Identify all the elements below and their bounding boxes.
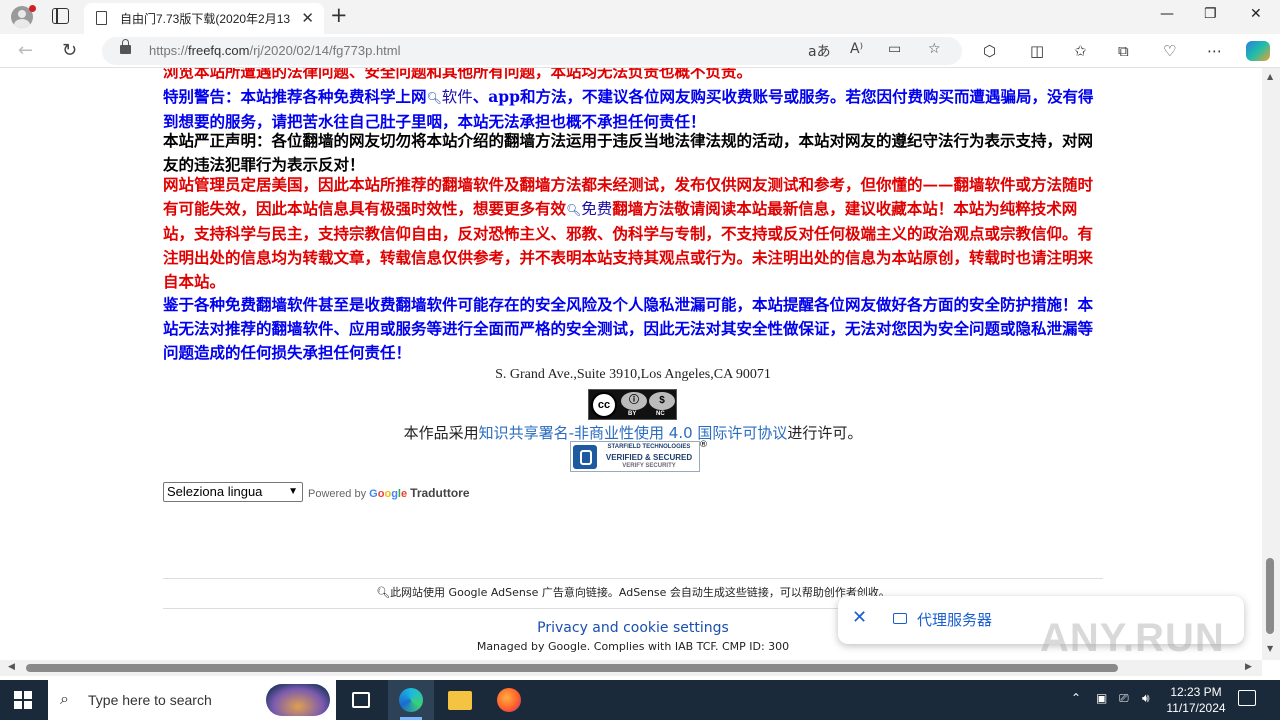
anyrun-watermark: ANY.RUN [1040,616,1225,660]
cc-by-icon: ⓘ [621,392,647,410]
scroll-left-icon[interactable]: ◀ [8,662,15,672]
notification-icon[interactable] [1238,690,1256,706]
clock-time: 12:23 PM [1170,685,1222,699]
device-tray-icon[interactable]: ▣ [1096,691,1107,705]
maximize-button[interactable]: ❐ [1204,6,1217,22]
edge-icon [399,688,423,712]
scroll-right-icon[interactable]: ▶ [1245,662,1252,672]
scroll-down-icon[interactable]: ▼ [1267,644,1273,653]
chevron-down-icon: ▼ [288,486,298,497]
seal-status: VERIFIED & SECURED [605,453,693,462]
horizontal-scroll-thumb[interactable] [26,664,1118,672]
proxy-server-button[interactable]: 代理服务器 [917,609,992,630]
close-window-button[interactable]: ✕ [1250,6,1262,22]
cc-logo-icon: cc [591,392,617,418]
registered-mark: ® [699,440,708,450]
close-icon[interactable]: ✕ [852,607,867,628]
refresh-icon[interactable]: ↻ [62,40,77,61]
scroll-up-icon[interactable]: ▲ [1267,72,1273,81]
google-logo: Google [369,488,408,500]
license-link[interactable]: 知识共享署名-非商业性使用 4.0 国际许可协议 [479,424,788,442]
google-translate-attribution[interactable]: Powered by Google Traduttore [308,486,470,500]
volume-icon[interactable]: 🔊︎ [1142,691,1150,706]
collections-icon[interactable]: ⧉ [1118,42,1129,60]
language-select[interactable]: Seleziona lingua ▼ [163,482,303,502]
search-highlight-image [266,684,330,716]
edge-taskbar-button[interactable] [388,680,434,720]
creative-commons-badge[interactable]: cc ⓘ $ BY NC [588,389,677,420]
seal-vendor: STARFIELD TECHNOLOGIES [607,444,691,450]
firefox-icon[interactable] [497,688,521,712]
favorites-icon[interactable]: ✩ [1074,42,1087,60]
minimize-button[interactable]: — [1160,6,1174,22]
tab-bar: 自由门7.73版下载(2020年2月13日 ✕ + — ❐ ✕ [0,0,1280,34]
vertical-scroll-thumb[interactable] [1266,558,1274,634]
cc-nc-label: NC [656,411,665,417]
device-icon [893,613,907,624]
admin-notice: 网站管理员定居美国，因此本站所推荐的翻墙软件及翻墙方法都未经测试，发布仅供网友测… [163,175,1094,291]
clock-date: 11/17/2024 [1166,701,1226,715]
taskbar-search-box[interactable]: ⌕ Type here to search [48,680,336,720]
lock-icon[interactable] [120,39,131,54]
favorite-star-icon[interactable]: ☆ [928,41,941,57]
profile-notification-dot [29,5,36,12]
shield-lock-icon [573,445,597,469]
vertical-scrollbar[interactable]: ▲ ▼ [1262,68,1280,660]
more-menu-icon[interactable]: ⋯ [1207,42,1222,60]
read-aloud-icon[interactable]: aあ [808,41,831,61]
immersive-reader-icon[interactable]: ▭ [888,41,901,57]
free-link[interactable]: 免费 [581,200,612,218]
address-bar: ← ↻ https://freefq.com/rj/2020/02/14/fg7… [0,34,1280,68]
text-size-icon[interactable]: A⁾ [850,41,863,57]
search-icon: ⌕ [60,689,69,708]
task-view-icon[interactable] [352,692,370,708]
new-tab-button[interactable]: + [330,3,348,27]
active-tab[interactable]: 自由门7.73版下载(2020年2月13日 ✕ [84,3,324,34]
file-explorer-icon[interactable] [448,691,472,710]
solemn-statement: 本站严正声明：各位翻墙的网友切勿将本站介绍的翻墙方法运用于违反当地法律法规的活动… [163,131,1094,174]
windows-start-icon[interactable] [14,691,32,709]
divider [163,578,1103,579]
page-content: 浏览本站所遭遇的法律问题、安全问题和其他所有问题，本站均无法负责也概不负责。 特… [163,68,1103,660]
search-placeholder: Type here to search [88,692,212,708]
clock[interactable]: 12:23 PM 11/17/2024 [1160,684,1232,716]
browser-essentials-icon[interactable]: ♡ [1163,42,1176,60]
special-warning: 特别警告：本站推荐各种免费科学上网🔍︎软件、app和方法，不建议各位网友购买收费… [163,87,1094,131]
security-notice: 鉴于各种免费翻墙软件甚至是收费翻墙软件可能存在的安全风险及个人隐私泄漏可能，本站… [163,295,1094,362]
search-icon: 🔍︎ [376,586,391,599]
url-field[interactable]: https://freefq.com/rj/2020/02/14/fg773p.… [102,37,962,65]
software-link[interactable]: 软件 [442,88,473,106]
copilot-icon[interactable] [1246,41,1270,61]
seal-verify: VERIFY SECURITY [622,463,676,469]
tab-close-icon[interactable]: ✕ [301,9,314,27]
search-icon: 🔍︎ [426,91,442,105]
page-icon [96,11,107,25]
page-viewport: 浏览本站所遭遇的法律问题、安全问题和其他所有问题，本站均无法负责也概不负责。 特… [0,68,1262,660]
split-screen-icon[interactable]: ◫ [1030,42,1044,60]
url-text[interactable]: https://freefq.com/rj/2020/02/14/fg773p.… [149,43,401,58]
tab-title: 自由门7.73版下载(2020年2月13日 [120,12,292,26]
taskbar: ⌕ Type here to search ⌃ ▣ ⎚ 🔊︎ 12:23 PM 1… [0,680,1280,720]
cc-by-label: BY [628,411,637,417]
extensions-icon[interactable]: ⬡ [983,42,996,60]
cc-nc-icon: $ [649,392,675,410]
show-hidden-icons-chevron-icon[interactable]: ⌃ [1071,691,1081,705]
back-icon[interactable]: ← [18,40,33,61]
disclaimer-legal: 浏览本站所遭遇的法律问题、安全问题和其他所有问题，本站均无法负责也概不负责。 [163,68,753,81]
horizontal-scrollbar[interactable]: ◀ ▶ [0,660,1262,676]
license-line: 本作品采用知识共享署名-非商业性使用 4.0 国际许可协议进行许可。 [403,424,863,442]
postal-address: S. Grand Ave.,Suite 3910,Los Angeles,CA … [495,367,771,382]
starfield-security-seal[interactable]: STARFIELD TECHNOLOGIES VERIFIED & SECURE… [570,440,708,472]
tab-actions-icon[interactable] [52,8,69,24]
search-icon: 🔍︎ [566,203,582,217]
network-icon[interactable]: ⎚ [1119,691,1129,706]
